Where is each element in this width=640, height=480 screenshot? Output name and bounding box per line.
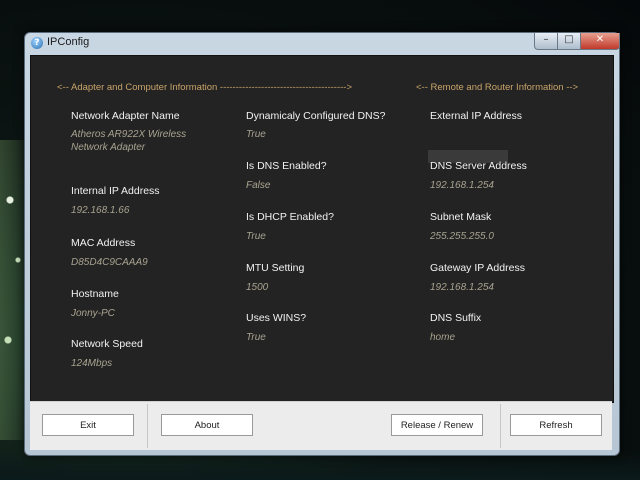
mac-address-value: D85D4C9CAAA9 <box>71 257 148 268</box>
minimize-button[interactable]: – <box>534 33 558 50</box>
button-separator <box>147 404 148 448</box>
dhcp-enabled-value: True <box>246 231 266 242</box>
dynamic-dns-value: True <box>246 129 266 140</box>
remote-section-header: <-- Remote and Router Information --> <box>416 82 579 93</box>
adapter-name-value: Atheros AR922X Wireless Network Adapter <box>71 129 187 153</box>
dns-enabled-value: False <box>246 180 271 191</box>
title-bar[interactable]: ? IPConfig – □ ✕ <box>25 33 620 53</box>
adapter-name-label: Network Adapter Name <box>71 110 180 122</box>
dns-suffix-label: DNS Suffix <box>430 312 482 324</box>
gateway-ip-label: Gateway IP Address <box>430 262 525 274</box>
dhcp-enabled-label: Is DHCP Enabled? <box>246 211 334 223</box>
gateway-ip-value: 192.168.1.254 <box>430 282 494 293</box>
network-speed-label: Network Speed <box>71 338 143 350</box>
internal-ip-value: 192.168.1.66 <box>71 205 130 216</box>
uses-wins-value: True <box>246 332 266 343</box>
subnet-mask-value: 255.255.255.0 <box>430 231 494 242</box>
exit-button[interactable]: Exit <box>42 414 134 436</box>
close-button[interactable]: ✕ <box>580 33 620 50</box>
button-separator <box>500 404 501 448</box>
subnet-mask-label: Subnet Mask <box>430 211 492 223</box>
ipconfig-window: ? IPConfig – □ ✕ <-- Adapter and Compute… <box>24 32 620 456</box>
mac-address-label: MAC Address <box>71 237 136 249</box>
dns-enabled-label: Is DNS Enabled? <box>246 160 327 172</box>
app-icon: ? <box>31 37 43 49</box>
about-button[interactable]: About <box>161 414 253 436</box>
internal-ip-label: Internal IP Address <box>71 185 160 197</box>
mtu-setting-label: MTU Setting <box>246 262 305 274</box>
uses-wins-label: Uses WINS? <box>246 312 307 324</box>
info-panel: <-- Adapter and Computer Information ---… <box>30 55 614 403</box>
dynamic-dns-label: Dynamicaly Configured DNS? <box>246 110 386 122</box>
window-title: IPConfig <box>47 36 90 48</box>
external-ip-label: External IP Address <box>430 110 523 122</box>
dns-suffix-value: home <box>430 332 456 343</box>
maximize-button[interactable]: □ <box>557 33 581 50</box>
release-renew-button[interactable]: Release / Renew <box>391 414 483 436</box>
dns-server-value: 192.168.1.254 <box>430 180 494 191</box>
network-speed-value: 124Mbps <box>71 358 113 369</box>
hostname-label: Hostname <box>71 288 119 300</box>
mtu-setting-value: 1500 <box>246 282 269 293</box>
refresh-button[interactable]: Refresh <box>510 414 602 436</box>
dns-server-label: DNS Server Address <box>430 160 527 172</box>
button-bar: Exit About Release / Renew Refresh <box>30 401 612 450</box>
adapter-section-header: <-- Adapter and Computer Information ---… <box>57 82 352 93</box>
hostname-value: Jonny-PC <box>71 308 115 319</box>
